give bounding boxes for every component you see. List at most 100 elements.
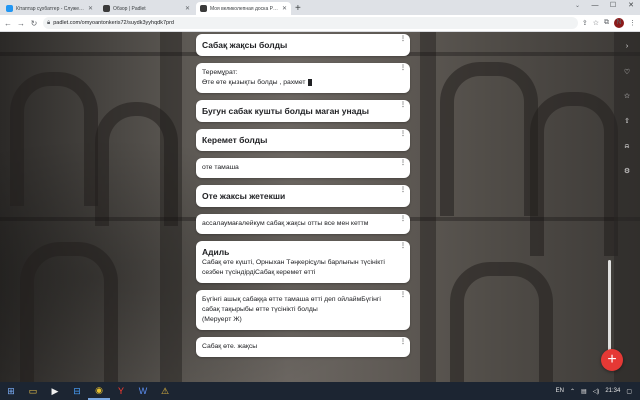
- share-icon[interactable]: ⇧: [622, 117, 632, 127]
- windows-taskbar: ⊞ ▭ ▶ ⊟ ◉ Y W ⚠ EN ⌃ ▤ ◁) 21:34 ▢: [0, 382, 640, 400]
- url-text: padlet.com/omyoantonkeris72/suydk3yyhqdk…: [53, 20, 174, 26]
- browser-toolbar: ← → ↻ 🔒︎ padlet.com/omyoantonkeris72/suy…: [0, 15, 640, 32]
- post-menu-icon[interactable]: ⋮: [400, 243, 406, 249]
- bell-icon[interactable]: ⍾: [622, 142, 632, 152]
- post-body-line: сабақ тақырыбы өтте түсінікті болды: [202, 306, 318, 313]
- window-controls: — ☐ ✕: [586, 0, 640, 12]
- padlet-action-rail: › ♡ ☆ ⇧ ⍾ ⚙: [614, 32, 640, 382]
- windows-app-icon[interactable]: ⊟: [66, 382, 88, 400]
- tray-arrow-icon[interactable]: ⌃: [570, 388, 575, 395]
- post-body-line: Теремұрат:: [202, 69, 238, 76]
- post-body: Сабақ өте күшті, Орныхан Тәңкерісұлы бар…: [202, 258, 396, 278]
- post-card[interactable]: ⋮ Бүгінгі ашық сабаққа өтте тамаша өтті …: [196, 290, 410, 330]
- background-arch: [530, 92, 618, 256]
- network-icon[interactable]: ▤: [581, 388, 587, 395]
- background-arch: [10, 72, 98, 206]
- post-body-line: Бүгінгі ашық сабаққа өтте тамаша өтті де…: [202, 296, 381, 303]
- post-card[interactable]: ⋮ Теремұрат: Өте өте қызықты болды , рах…: [196, 63, 410, 93]
- add-post-button[interactable]: +: [601, 349, 623, 371]
- post-menu-icon[interactable]: ⋮: [400, 65, 406, 71]
- close-icon[interactable]: ✕: [185, 5, 190, 12]
- post-card[interactable]: ⋮ Сабақ жақсы болды: [196, 34, 410, 56]
- post-menu-icon[interactable]: ⋮: [400, 339, 406, 345]
- post-menu-icon[interactable]: ⋮: [400, 36, 406, 42]
- clock[interactable]: 21:34: [605, 388, 620, 394]
- star-icon[interactable]: ☆: [622, 92, 632, 102]
- yandex-icon[interactable]: Y: [110, 382, 132, 400]
- post-card[interactable]: ⋮ Оте жаксы жетекши: [196, 185, 410, 207]
- heart-icon[interactable]: ♡: [622, 68, 632, 78]
- post-body: оте тамаша: [202, 164, 239, 171]
- post-title: Керемет болды: [202, 135, 268, 145]
- browser-tab-2[interactable]: Обзор | Padlet ✕: [99, 2, 194, 15]
- address-bar[interactable]: 🔒︎ padlet.com/omyoantonkeris72/suydk3yyh…: [43, 17, 578, 29]
- forward-icon[interactable]: →: [16, 19, 26, 28]
- tab-search-icon[interactable]: ⌄: [575, 2, 580, 9]
- tab-title: Кітаптар сұхбатгер - Служебное: [16, 5, 86, 12]
- close-window-icon[interactable]: ✕: [622, 0, 640, 12]
- tab-title: Обзор | Padlet: [113, 5, 146, 12]
- post-menu-icon[interactable]: ⋮: [400, 187, 406, 193]
- post-menu-icon[interactable]: ⋮: [400, 131, 406, 137]
- post-menu-icon[interactable]: ⋮: [400, 216, 406, 222]
- extensions-icon[interactable]: ⧉: [604, 19, 609, 27]
- post-title: Оте жаксы жетекши: [202, 191, 286, 201]
- profile-avatar[interactable]: N: [614, 18, 624, 28]
- post-body-line: сезбен түсіндірдіСабақ керемет өтті: [202, 269, 316, 276]
- post-title: Адиль: [202, 247, 230, 257]
- background-pillar: [160, 32, 182, 382]
- media-player-icon[interactable]: ▶: [44, 382, 66, 400]
- browser-tabstrip: Кітаптар сұхбатгер - Служебное ✕ Обзор |…: [0, 0, 640, 15]
- new-tab-icon[interactable]: +: [295, 3, 301, 14]
- padlet-favicon: [200, 5, 207, 12]
- post-card[interactable]: ⋮ Бугун сабак кушты болды маган унады: [196, 100, 410, 122]
- system-tray: EN ⌃ ▤ ◁) 21:34 ▢: [556, 388, 632, 395]
- reload-icon[interactable]: ↻: [29, 19, 39, 28]
- tab-title: Моя великолепная доска Padlet: [210, 5, 280, 12]
- post-body-line: Өте өте қызықты болды , рахмет: [202, 78, 396, 88]
- language-indicator[interactable]: EN: [556, 388, 564, 394]
- board-scrollbar[interactable]: [608, 260, 611, 362]
- background-arch: [20, 242, 118, 382]
- gear-icon[interactable]: ⚙: [622, 167, 632, 177]
- close-icon[interactable]: ✕: [88, 5, 93, 12]
- file-explorer-icon[interactable]: ▭: [22, 382, 44, 400]
- expand-icon[interactable]: ›: [622, 42, 632, 52]
- volume-icon[interactable]: ◁): [593, 388, 600, 395]
- close-icon[interactable]: ✕: [282, 5, 287, 12]
- post-body: Сабақ өте. жақсы: [202, 343, 258, 350]
- lock-icon: 🔒︎: [47, 19, 51, 26]
- post-card[interactable]: ⋮ оте тамаша: [196, 158, 410, 178]
- back-icon[interactable]: ←: [3, 19, 13, 28]
- word-icon[interactable]: W: [132, 382, 154, 400]
- maximize-icon[interactable]: ☐: [604, 0, 622, 12]
- star-icon[interactable]: ☆: [593, 19, 599, 27]
- post-card[interactable]: ⋮ Адиль Сабақ өте күшті, Орныхан Тәңкері…: [196, 241, 410, 283]
- post-menu-icon[interactable]: ⋮: [400, 102, 406, 108]
- post-title: Бугун сабак кушты болды маган унады: [202, 106, 370, 116]
- padlet-board[interactable]: ⋮ Сабақ жақсы болды ⋮ Теремұрат: Өте өте…: [0, 32, 640, 382]
- padlet-favicon: [103, 5, 110, 12]
- post-body-line: (Меруерт Ж): [202, 316, 242, 323]
- menu-icon[interactable]: ⋮: [629, 19, 636, 27]
- post-body: ассалаумағалейкум сабақ жақсы отты все м…: [202, 220, 369, 227]
- windows-start-icon[interactable]: ⊞: [0, 382, 22, 400]
- post-card[interactable]: ⋮ ассалаумағалейкум сабақ жақсы отты все…: [196, 214, 410, 234]
- posts-column: ⋮ Сабақ жақсы болды ⋮ Теремұрат: Өте өте…: [196, 34, 410, 364]
- post-body-text: Өте өте қызықты болды , рахмет: [202, 79, 306, 86]
- post-title: Сабақ жақсы болды: [202, 40, 288, 50]
- post-card[interactable]: ⋮ Сабақ өте. жақсы: [196, 337, 410, 357]
- notifications-icon[interactable]: ▢: [626, 388, 632, 395]
- share-icon[interactable]: ⇪: [582, 19, 588, 27]
- post-menu-icon[interactable]: ⋮: [400, 292, 406, 298]
- browser-tab-active[interactable]: Моя великолепная доска Padlet ✕: [196, 2, 291, 15]
- post-card[interactable]: ⋮ Керемет болды: [196, 129, 410, 151]
- browser-tab-1[interactable]: Кітаптар сұхбатгер - Служебное ✕: [2, 2, 97, 15]
- post-body-line: Сабақ өте күшті, Орныхан Тәңкерісұлы бар…: [202, 259, 385, 266]
- post-body: Бүгінгі ашық сабаққа өтте тамаша өтті де…: [202, 295, 396, 325]
- warning-icon[interactable]: ⚠: [154, 382, 176, 400]
- minimize-icon[interactable]: —: [586, 0, 604, 12]
- chrome-icon[interactable]: ◉: [88, 382, 110, 400]
- tab-favicon: [6, 5, 13, 12]
- post-menu-icon[interactable]: ⋮: [400, 160, 406, 166]
